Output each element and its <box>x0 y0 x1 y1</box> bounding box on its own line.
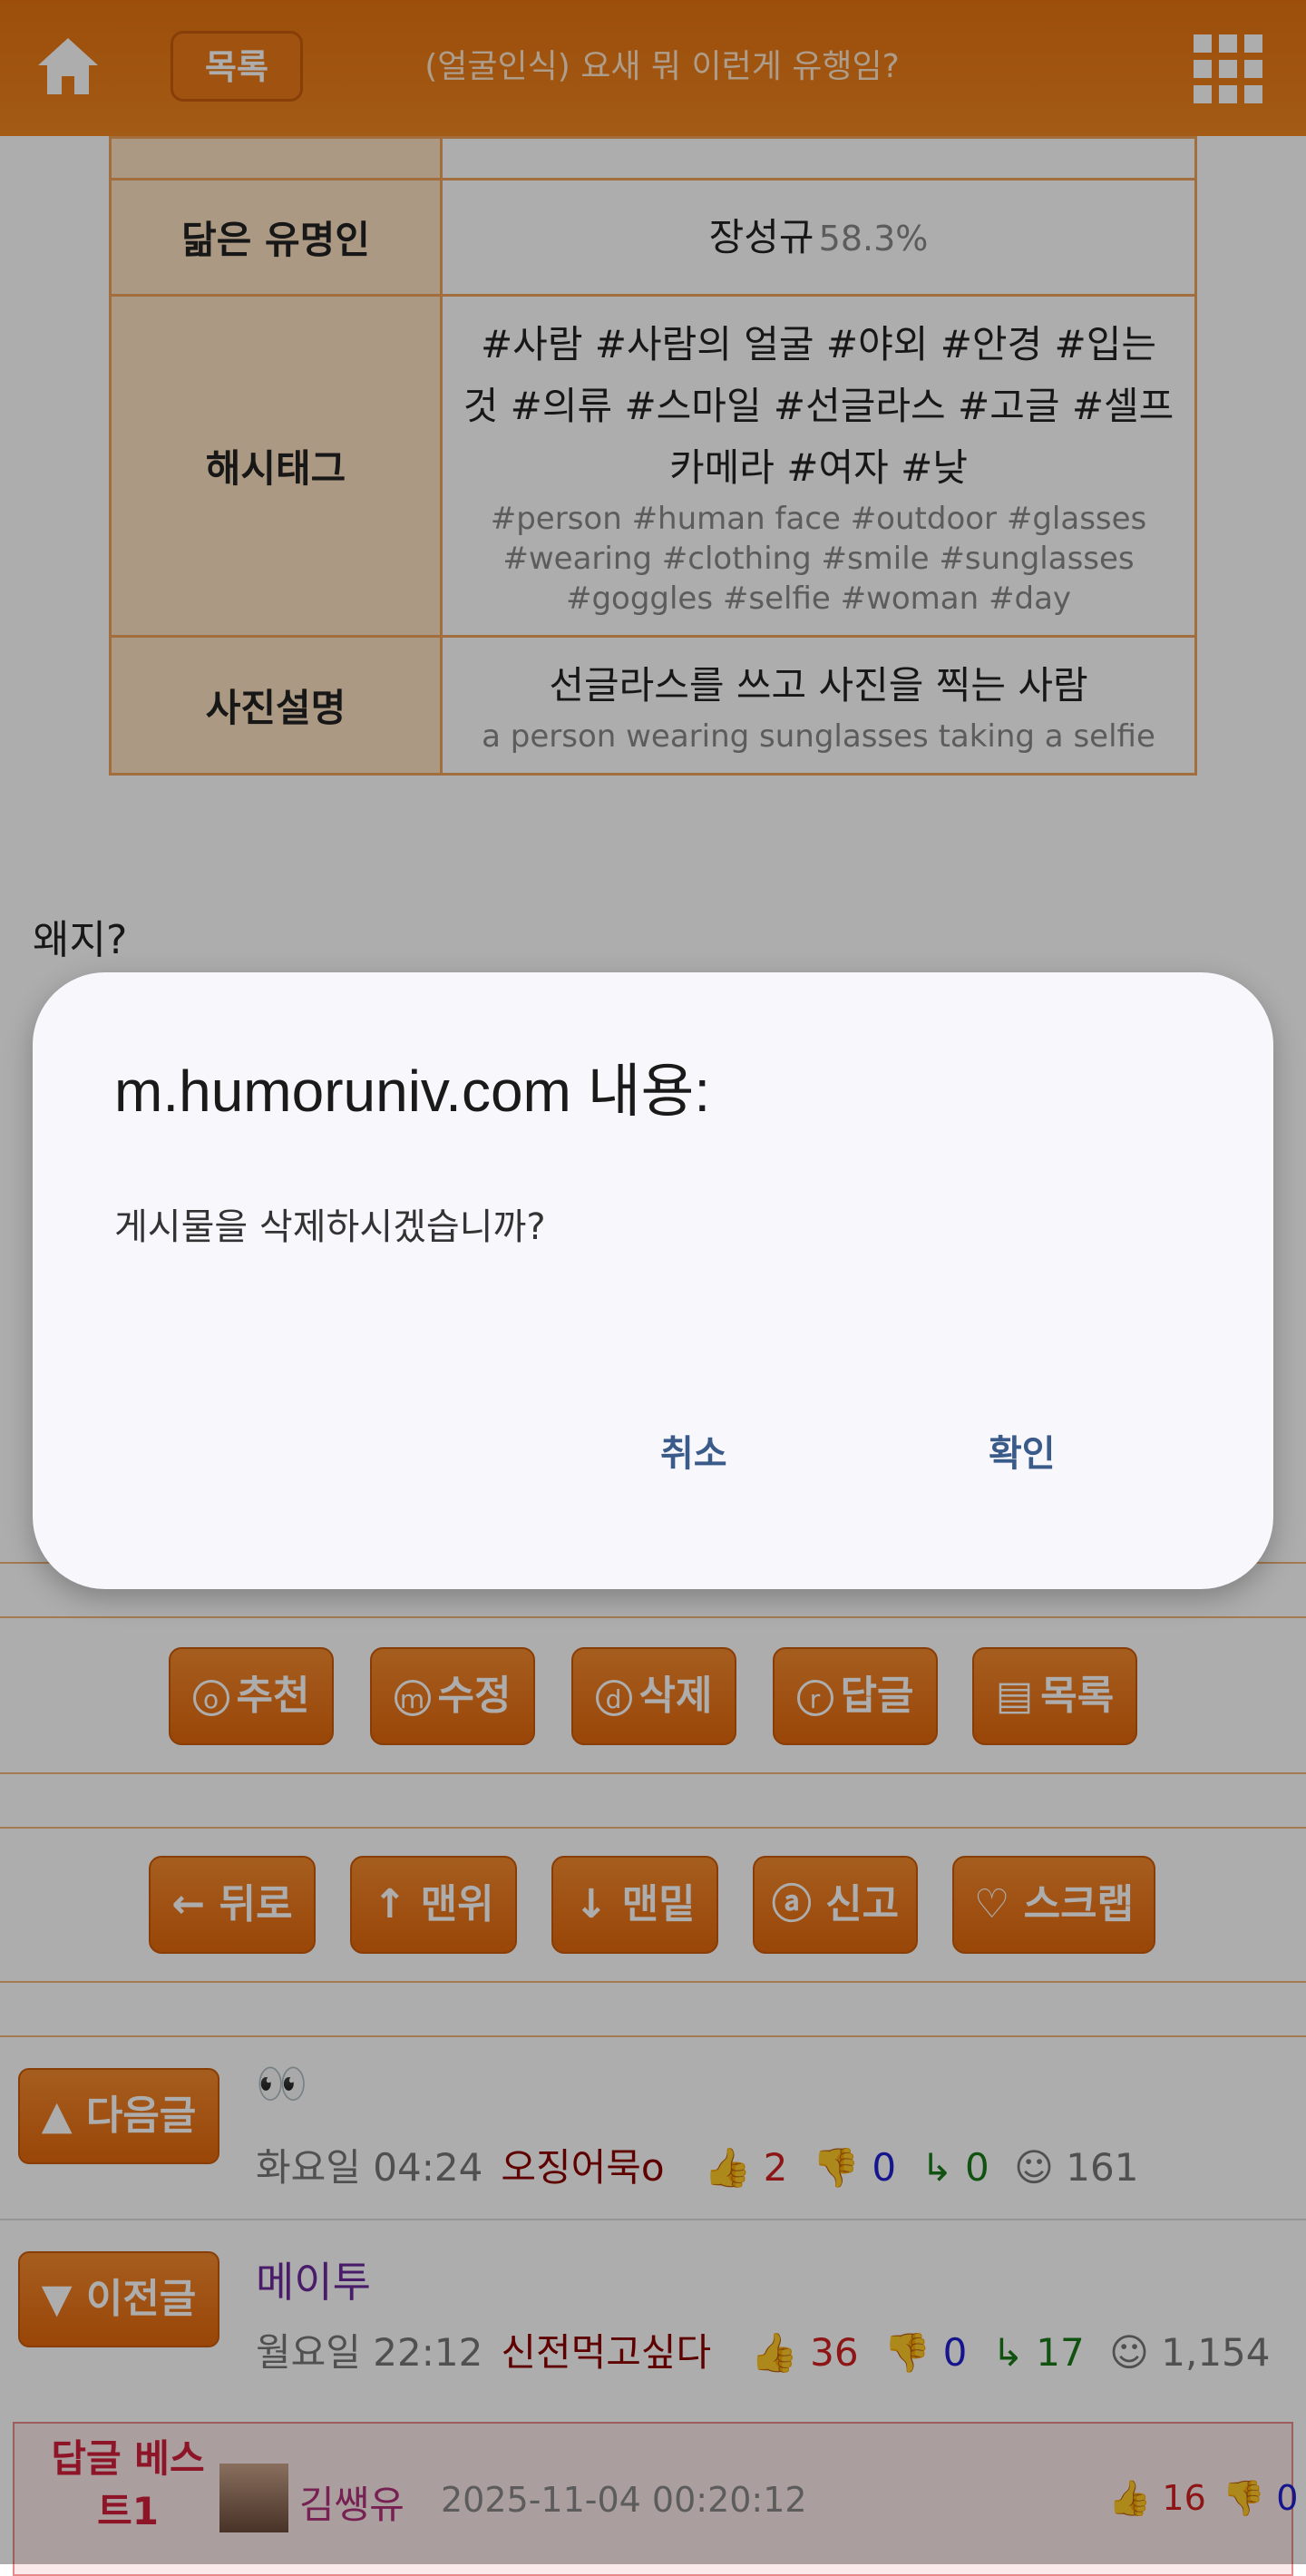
confirm-button[interactable]: 확인 <box>989 1424 1056 1477</box>
cancel-button[interactable]: 취소 <box>660 1424 727 1477</box>
dialog-title: m.humoruniv.com 내용: <box>114 1059 711 1124</box>
confirm-dialog: m.humoruniv.com 내용: 게시물을 삭제하시겠습니까? 취소 확인 <box>33 972 1273 1589</box>
dialog-message: 게시물을 삭제하시겠습니까? <box>114 1206 546 1248</box>
